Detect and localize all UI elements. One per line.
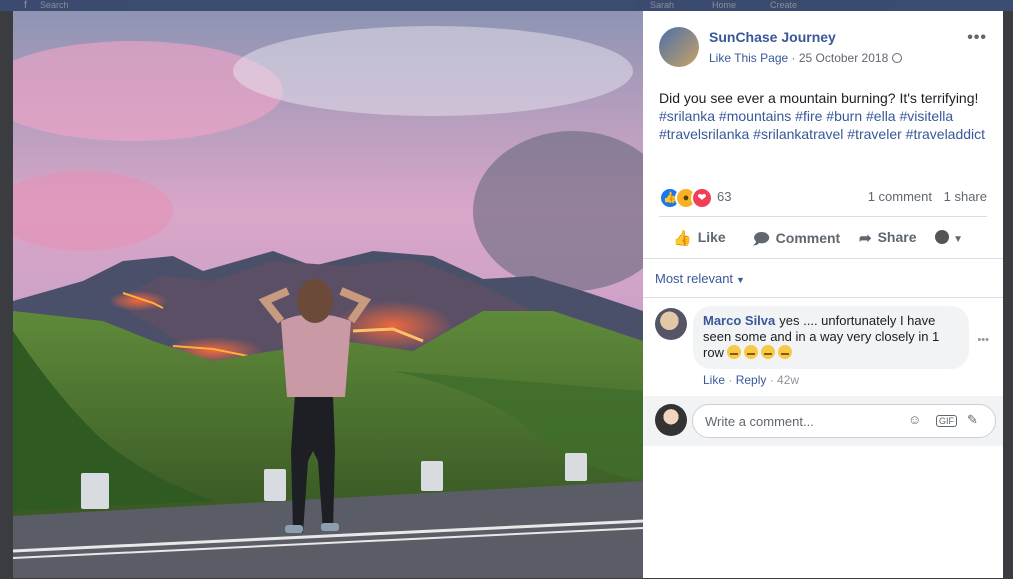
- expressionless-emoji-icon: [777, 345, 792, 359]
- meta-separator: ·: [788, 51, 799, 65]
- facebook-top-bar: f Search Sarah Home Create: [0, 0, 1013, 11]
- comment-options-icon[interactable]: •••: [977, 334, 989, 346]
- post-hashtags[interactable]: #srilanka #mountains #fire #burn #ella #…: [659, 107, 994, 143]
- mountain-fire-image: [13, 11, 643, 578]
- divider: [643, 258, 1003, 259]
- love-reaction-icon: ❤: [691, 187, 713, 209]
- more-options-icon[interactable]: •••: [967, 29, 987, 47]
- post-meta: Like This Page · 25 October 2018: [709, 51, 903, 65]
- thumbs-up-icon: 👍: [673, 230, 692, 247]
- comment-reply-link[interactable]: Reply: [736, 373, 767, 387]
- comment-input[interactable]: Write a comment... ☺ GIF ✎: [692, 404, 996, 438]
- chevron-down-icon: ▼: [736, 275, 745, 285]
- divider: [659, 216, 987, 217]
- nav-profile[interactable]: Sarah: [650, 0, 674, 10]
- comment-sort-dropdown[interactable]: Most relevant ▼: [655, 271, 745, 286]
- globe-icon: [892, 53, 903, 63]
- post-actions: 👍 Like 🗩 Comment ➦ Share ▼: [659, 219, 987, 257]
- nav-home[interactable]: Home: [712, 0, 736, 10]
- current-user-avatar: [655, 404, 687, 436]
- avatar: [935, 230, 950, 244]
- expressionless-emoji-icon: [760, 345, 775, 359]
- post-panel: SunChase Journey Like This Page · 25 Oct…: [643, 11, 1003, 578]
- comment-author[interactable]: Marco Silva: [703, 313, 775, 328]
- commenter-avatar[interactable]: [655, 308, 687, 340]
- share-arrow-icon: ➦: [859, 230, 872, 247]
- share-button[interactable]: ➦ Share: [859, 229, 917, 247]
- chevron-down-icon: ▼: [953, 234, 963, 245]
- nav-create[interactable]: Create: [770, 0, 797, 10]
- divider: [643, 297, 1003, 298]
- engagement-counts: 1 comment 1 share: [860, 189, 987, 204]
- shares-count-link[interactable]: 1 share: [944, 189, 987, 204]
- expressionless-emoji-icon: [743, 345, 758, 359]
- emoji-icon[interactable]: ☺: [908, 412, 921, 427]
- comment-bubble-icon: 🗩: [753, 231, 770, 248]
- comment-button[interactable]: 🗩 Comment: [753, 229, 840, 254]
- like-button[interactable]: 👍 Like: [673, 229, 726, 247]
- facebook-logo: f: [24, 0, 27, 11]
- comment-like-link[interactable]: Like: [703, 373, 725, 387]
- post-caption: Did you see ever a mountain burning? It'…: [659, 90, 979, 106]
- comment-age[interactable]: 42w: [777, 373, 799, 387]
- comment-bubble: Marco Silva yes .... unfortunately I have…: [693, 306, 969, 369]
- gif-icon[interactable]: GIF: [936, 415, 957, 427]
- post-text-block: Did you see ever a mountain burning? It'…: [659, 89, 994, 143]
- reactions-count: 63: [717, 189, 732, 204]
- like-page-link[interactable]: Like This Page: [709, 51, 788, 65]
- page-avatar[interactable]: [659, 27, 699, 67]
- comment-actions: Like · Reply · 42w: [703, 373, 800, 387]
- comments-count-link[interactable]: 1 comment: [868, 189, 932, 204]
- search-placeholder: Search: [40, 0, 69, 10]
- expressionless-emoji-icon: [726, 345, 741, 359]
- page-name[interactable]: SunChase Journey: [709, 29, 836, 45]
- post-date[interactable]: 25 October 2018: [799, 51, 888, 65]
- share-as-selector[interactable]: ▼: [935, 229, 963, 247]
- post-photo[interactable]: [13, 11, 643, 578]
- sticker-icon[interactable]: ✎: [967, 412, 978, 428]
- comment-placeholder: Write a comment...: [705, 414, 814, 429]
